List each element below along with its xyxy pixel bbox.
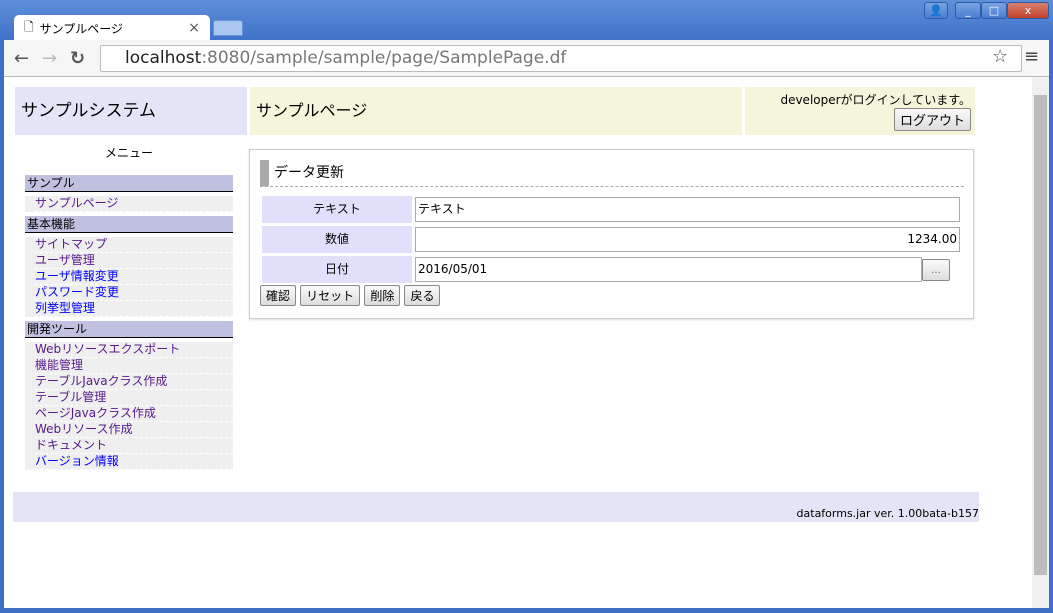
tab-close-icon[interactable]: × <box>188 20 200 36</box>
address-bar[interactable]: localhost:8080/sample/sample/page/Sample… <box>100 45 1022 72</box>
date-input[interactable]: 2016/05/01 <box>415 257 922 282</box>
browser-toolbar: ← → ↻ localhost:8080/sample/sample/page/… <box>4 40 1049 77</box>
maximize-button[interactable]: □ <box>981 2 1007 19</box>
minimize-button[interactable]: _ <box>955 2 981 19</box>
page-content: サンプルシステム サンプルページ developerがログインしています。 ログア… <box>4 77 1032 608</box>
form-buttons: 確認 リセット 削除 戻る <box>260 285 441 306</box>
confirm-button[interactable]: 確認 <box>260 285 297 306</box>
tab-title: サンプルページ <box>39 21 124 36</box>
delete-button[interactable]: 削除 <box>364 285 401 306</box>
browser-tab[interactable]: 🗋 サンプルページ × <box>14 15 210 41</box>
forward-icon[interactable]: → <box>42 48 57 69</box>
footer: dataforms.jar ver. 1.00bata-b157 <box>13 492 979 522</box>
menu-group: 開発ツール <box>25 321 233 338</box>
menu-item[interactable]: Webリソース作成 <box>35 422 233 438</box>
menu-group: 基本機能 <box>25 216 233 233</box>
text-input[interactable]: テキスト <box>415 197 960 222</box>
reset-button[interactable]: リセット <box>300 285 361 306</box>
menu-title: メニュー <box>104 146 153 160</box>
menu-item[interactable]: バージョン情報 <box>35 454 233 470</box>
menu-item[interactable]: ユーザ情報変更 <box>35 269 233 285</box>
menu-item[interactable]: 機能管理 <box>35 358 233 374</box>
logout-button[interactable]: ログアウト <box>893 108 971 131</box>
back-button[interactable]: 戻る <box>404 285 441 306</box>
data-update-panel: データ更新 テキスト テキスト 数値 1234.00 日付 2016/05/01… <box>249 149 974 319</box>
vertical-scrollbar[interactable] <box>1032 77 1049 608</box>
field-label: 数値 <box>262 226 412 253</box>
side-menu: メニュー サンプル サンプルページ 基本機能 サイトマップ ユーザ管理 ユーザ情… <box>25 141 233 470</box>
new-tab-button[interactable] <box>213 20 243 36</box>
menu-item[interactable]: パスワード変更 <box>35 285 233 301</box>
menu-item[interactable]: ユーザ管理 <box>35 253 233 269</box>
panel-title: データ更新 <box>260 160 964 187</box>
menu-icon[interactable]: ≡ <box>1024 46 1039 67</box>
menu-item[interactable]: 列挙型管理 <box>35 301 233 317</box>
menu-item[interactable]: Webリソースエクスポート <box>35 342 233 358</box>
login-message: developerがログインしています。 <box>780 93 971 107</box>
version-text: dataforms.jar ver. 1.00bata-b157 <box>796 507 979 520</box>
menu-item[interactable]: ページJavaクラス作成 <box>35 406 233 422</box>
field-label: 日付 <box>262 256 412 283</box>
back-icon[interactable]: ← <box>14 48 29 69</box>
menu-item[interactable]: サイトマップ <box>35 237 233 253</box>
page-name: サンプルページ <box>250 87 742 135</box>
menu-item[interactable]: サンプルページ <box>35 196 233 212</box>
menu-item[interactable]: ドキュメント <box>35 438 233 454</box>
reload-icon[interactable]: ↻ <box>70 48 85 69</box>
close-window-button[interactable]: x <box>1007 2 1049 19</box>
menu-group: サンプル <box>25 175 233 192</box>
date-picker-button[interactable]: ... <box>922 259 950 281</box>
field-row-date: 日付 2016/05/01 ... <box>262 256 962 283</box>
field-label: テキスト <box>262 196 412 223</box>
page-icon: 🗋 <box>24 19 34 34</box>
scrollbar-thumb[interactable] <box>1034 95 1047 575</box>
field-row-text: テキスト テキスト <box>262 196 962 223</box>
number-input[interactable]: 1234.00 <box>415 227 960 252</box>
menu-item[interactable]: テーブルJavaクラス作成 <box>35 374 233 390</box>
field-row-number: 数値 1234.00 <box>262 226 962 253</box>
login-info: developerがログインしています。 ログアウト <box>745 87 975 135</box>
menu-item[interactable]: テーブル管理 <box>35 390 233 406</box>
user-icon[interactable]: 👤 <box>924 2 948 19</box>
system-name: サンプルシステム <box>15 87 247 135</box>
bookmark-star-icon[interactable]: ☆ <box>992 46 1008 67</box>
